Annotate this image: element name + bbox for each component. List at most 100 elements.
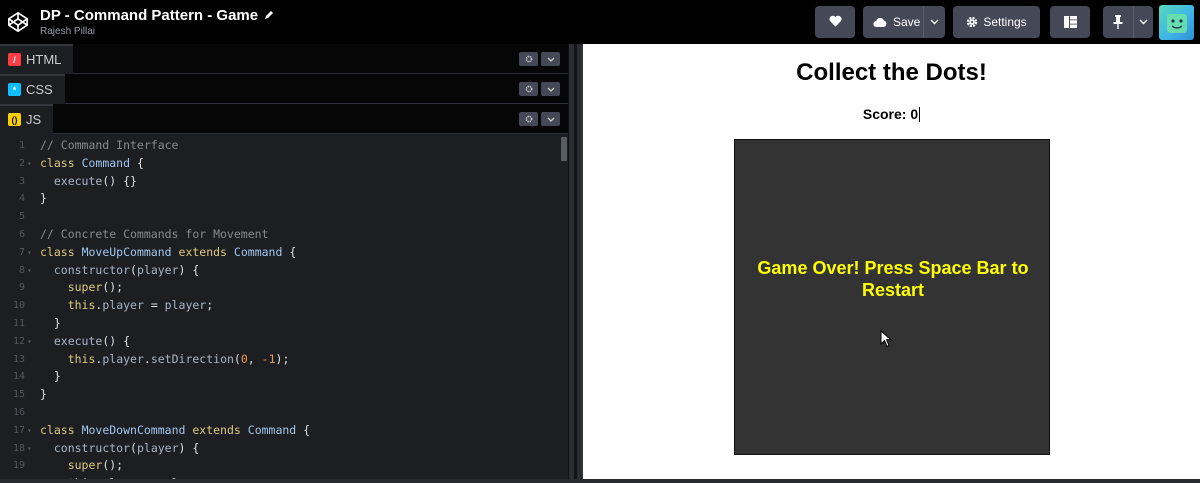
- code-text: constructor(player) {: [53, 440, 200, 455]
- text-caret: [919, 107, 921, 122]
- pin-button[interactable]: [1103, 6, 1153, 38]
- fold-arrow-icon[interactable]: ▾: [27, 244, 32, 262]
- code-line[interactable]: 19 super();: [0, 457, 560, 475]
- save-label: Save: [893, 15, 921, 29]
- layout-icon: [1063, 16, 1077, 28]
- line-number: 3: [18, 175, 25, 187]
- line-number: 6: [18, 229, 25, 240]
- line-number: 7: [18, 246, 25, 258]
- pen-title-area: DP - Command Pattern - Game Rajesh Pilla…: [40, 7, 274, 38]
- line-number: 5: [18, 211, 25, 223]
- code-line[interactable]: 5: [0, 208, 560, 226]
- css-editor-header: * CSS: [0, 73, 568, 104]
- code-line[interactable]: 11 }: [0, 315, 560, 333]
- html-editor-header: / HTML: [0, 43, 568, 74]
- js-settings-gear-icon[interactable]: [519, 112, 538, 126]
- game-over-message: Game Over! Press Space Bar to Restart: [757, 258, 1029, 300]
- tab-html-label: HTML: [26, 52, 62, 67]
- html-settings-gear-icon[interactable]: [519, 52, 538, 66]
- code-text: execute() {}: [53, 173, 137, 188]
- line-number: 13: [12, 353, 25, 365]
- code-line[interactable]: 3 execute() {}: [0, 173, 560, 191]
- line-number: 8: [18, 264, 25, 276]
- line-number: 18: [12, 442, 25, 454]
- fold-arrow-icon[interactable]: ▾: [27, 262, 32, 280]
- line-number: 17: [12, 424, 25, 436]
- pen-title[interactable]: DP - Command Pattern - Game: [40, 7, 258, 25]
- code-line[interactable]: 8 ▾ constructor(player) {: [0, 262, 560, 280]
- code-scroll-thumb[interactable]: [561, 137, 567, 161]
- code-line[interactable]: 7 ▾ class MoveUpCommand extends Command {: [0, 244, 560, 262]
- love-button[interactable]: [815, 6, 855, 38]
- edit-pencil-icon[interactable]: [264, 7, 274, 25]
- code-line[interactable]: 2 ▾ class Command {: [0, 155, 560, 173]
- js-collapse-chevron-icon[interactable]: [541, 112, 560, 126]
- code-text: execute() {: [53, 333, 131, 348]
- user-avatar[interactable]: [1159, 4, 1194, 40]
- code-text: this.player = player;: [67, 298, 214, 313]
- code-text: class MoveUpCommand extends Command {: [40, 244, 297, 259]
- code-line[interactable]: 17 ▾ class MoveDownCommand extends Command…: [0, 422, 560, 440]
- code-text: super();: [67, 280, 124, 295]
- html-collapse-chevron-icon[interactable]: [541, 52, 560, 66]
- js-icon: (): [8, 113, 21, 126]
- game-canvas[interactable]: Game Over! Press Space Bar to Restart: [734, 139, 1050, 455]
- code-text: super();: [67, 458, 124, 473]
- tab-html[interactable]: / HTML: [0, 43, 74, 74]
- line-number: 14: [12, 371, 25, 383]
- code-line[interactable]: 9 super();: [0, 279, 560, 297]
- css-icon: *: [8, 83, 21, 96]
- tab-js-label: JS: [26, 112, 42, 127]
- line-number: 2: [18, 157, 25, 169]
- js-code-editor[interactable]: 20 this.player = player;19 super();18▾ c…: [0, 135, 568, 483]
- code-line[interactable]: 18 ▾ constructor(player) {: [0, 440, 560, 458]
- code-line[interactable]: 6 // Concrete Commands for Movement: [0, 226, 560, 244]
- code-line[interactable]: 13 this.player.setDirection(0, -1);: [0, 351, 560, 369]
- code-text: }: [40, 191, 47, 206]
- code-text: constructor(player) {: [53, 262, 200, 277]
- settings-label: Settings: [983, 15, 1027, 29]
- css-collapse-chevron-icon[interactable]: [541, 82, 560, 96]
- pin-options-chevron-icon[interactable]: [1133, 6, 1153, 38]
- editor-panel: / HTML * CSS () JS 20 this.player = play…: [0, 43, 568, 483]
- tab-css[interactable]: * CSS: [0, 73, 65, 104]
- result-preview: Collect the Dots! Score: 0 Game Over! Pr…: [583, 44, 1200, 479]
- gear-icon: [966, 16, 978, 28]
- fold-arrow-icon[interactable]: ▾: [27, 333, 32, 351]
- code-line[interactable]: 4}: [0, 190, 560, 208]
- save-button[interactable]: Save: [863, 6, 945, 38]
- line-number: 10: [12, 300, 25, 312]
- code-text: this.player.setDirection(0, -1);: [67, 351, 290, 366]
- game-title: Collect the Dots!: [796, 59, 987, 86]
- code-line[interactable]: 1 // Command Interface: [0, 137, 560, 155]
- code-line[interactable]: 14 }: [0, 368, 560, 386]
- line-number: 4: [18, 193, 25, 205]
- fold-arrow-icon[interactable]: ▾: [27, 422, 32, 440]
- codepen-logo-icon[interactable]: [6, 10, 30, 34]
- code-line[interactable]: 10 this.player = player;: [0, 297, 560, 315]
- save-options-chevron-icon[interactable]: [923, 6, 945, 38]
- bottom-bar: [0, 479, 1200, 483]
- tab-js[interactable]: () JS: [0, 103, 54, 134]
- fold-arrow-icon[interactable]: ▾: [27, 440, 32, 458]
- pane-resizer[interactable]: [568, 44, 583, 483]
- css-settings-gear-icon[interactable]: [519, 82, 538, 96]
- tab-css-label: CSS: [26, 82, 53, 97]
- code-line[interactable]: 12 ▾ execute() {: [0, 333, 560, 351]
- line-number: 12: [12, 335, 25, 347]
- code-line[interactable]: 16: [0, 404, 560, 422]
- code-text: // Concrete Commands for Movement: [40, 227, 269, 241]
- code-text: // Command Interface: [40, 138, 179, 152]
- line-number: 11: [12, 318, 25, 329]
- code-text: class MoveDownCommand extends Command {: [40, 422, 311, 437]
- line-number: 16: [12, 407, 25, 418]
- change-view-button[interactable]: [1050, 6, 1090, 38]
- settings-button[interactable]: Settings: [953, 6, 1040, 38]
- code-line[interactable]: 15}: [0, 386, 560, 404]
- pen-author[interactable]: Rajesh Pillai: [40, 26, 274, 38]
- code-text: }: [40, 369, 61, 384]
- fold-arrow-icon[interactable]: ▾: [27, 155, 32, 173]
- code-scrollbar[interactable]: [560, 135, 568, 483]
- score-text: Score: 0: [583, 106, 1200, 122]
- line-number: 19: [12, 460, 25, 472]
